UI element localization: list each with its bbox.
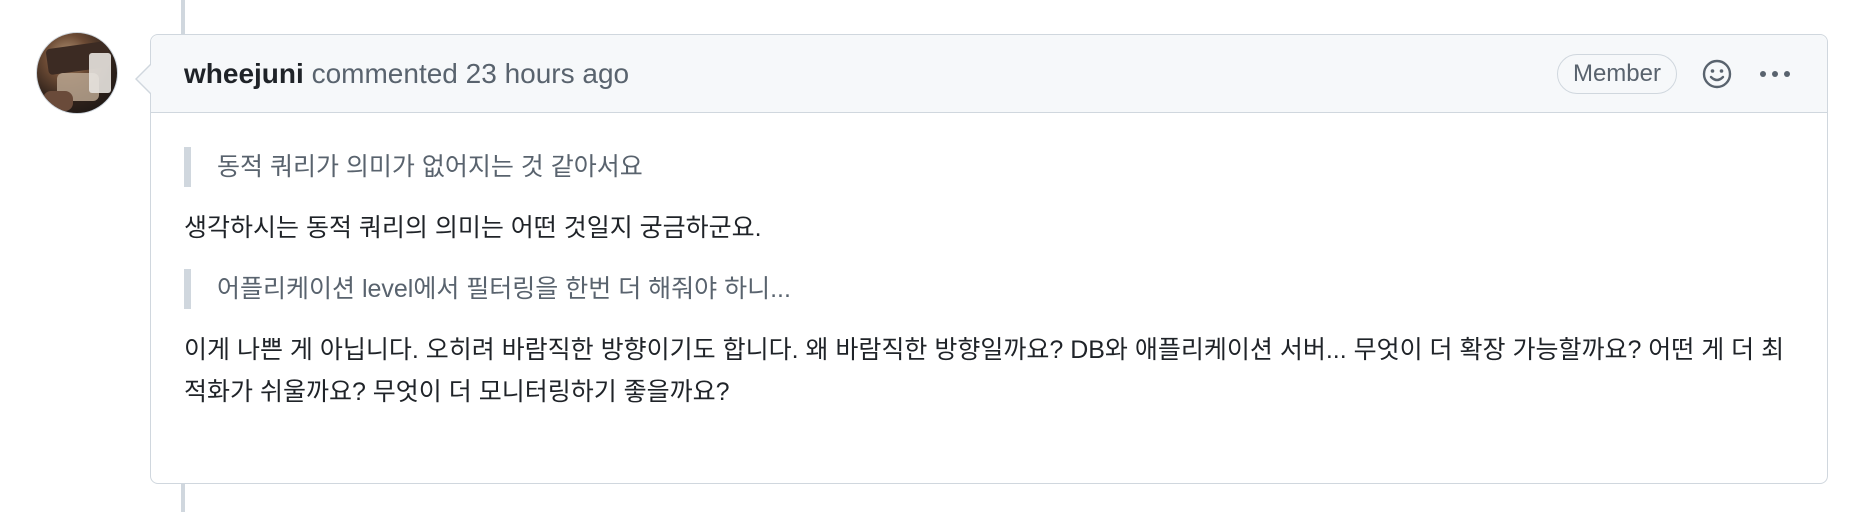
- comment-actions: Member: [1556, 53, 1793, 94]
- author-name-link[interactable]: wheejuni: [184, 58, 304, 89]
- blockquote: 동적 쿼리가 의미가 없어지는 것 같아서요: [184, 147, 1794, 187]
- smiley-icon: [1702, 59, 1732, 88]
- paragraph: 이게 나쁜 게 아닙니다. 오히려 바람직한 방향이기도 합니다. 왜 바람직한…: [184, 336, 1785, 406]
- avatar-shape: [43, 91, 73, 111]
- comment-pointer-fill: [137, 64, 152, 94]
- blockquote: 어플리케이션 level에서 필터링을 한번 더 해줘야 하니...: [184, 269, 1794, 309]
- add-reaction-button[interactable]: [1699, 56, 1735, 92]
- avatar-shape: [89, 53, 111, 93]
- kebab-horizontal-icon: [1760, 70, 1790, 77]
- comment-body: 동적 쿼리가 의미가 없어지는 것 같아서요 생각하시는 동적 쿼리의 의미는 …: [151, 113, 1827, 413]
- comment-timestamp-link[interactable]: 23 hours ago: [466, 58, 629, 89]
- comment-meta: wheejuni commented 23 hours ago: [184, 58, 1557, 90]
- paragraph: 생각하시는 동적 쿼리의 의미는 어떤 것일지 궁금하군요.: [184, 214, 762, 242]
- timeline-comment-area: wheejuni commented 23 hours ago Member 동…: [0, 0, 1860, 512]
- author-avatar[interactable]: [36, 32, 118, 114]
- comment-action: commented: [311, 57, 458, 89]
- comment-header: wheejuni commented 23 hours ago Member: [151, 35, 1827, 113]
- member-badge: Member: [1556, 53, 1677, 94]
- comment-options-button[interactable]: [1757, 56, 1793, 92]
- comment-box: wheejuni commented 23 hours ago Member 동…: [135, 34, 1828, 484]
